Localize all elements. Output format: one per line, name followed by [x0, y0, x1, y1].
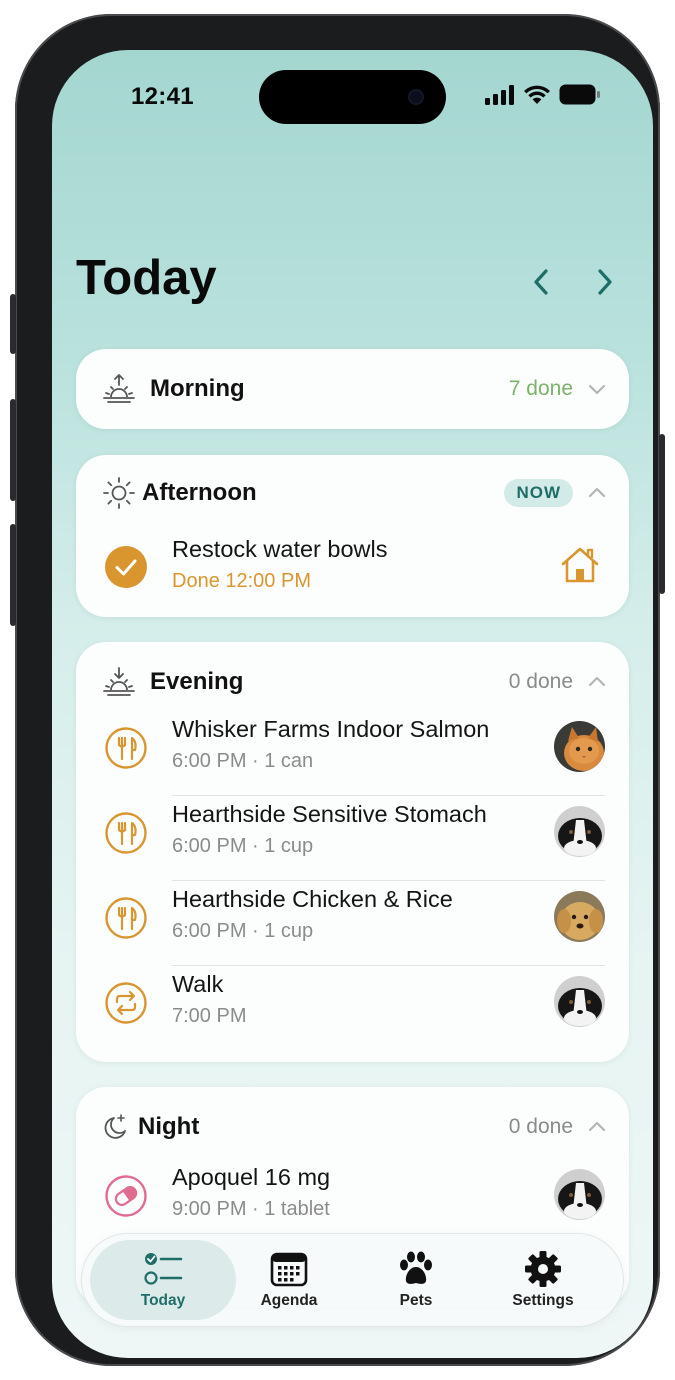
now-badge: NOW [504, 479, 573, 507]
volume-up-button [10, 399, 16, 501]
tab-label: Today [140, 1292, 186, 1309]
tab-today[interactable]: Today [90, 1240, 236, 1320]
sunset-icon [103, 667, 135, 696]
previous-day-button[interactable] [524, 264, 560, 300]
sunrise-icon [103, 374, 135, 403]
power-button [659, 434, 665, 594]
afternoon-header[interactable]: Afternoon NOW [76, 455, 629, 531]
tab-settings[interactable]: Settings [470, 1240, 616, 1320]
task-subtitle: 9:00 PM · 1 tablet [172, 1198, 330, 1220]
home-icon [561, 547, 599, 583]
utensils-icon[interactable] [104, 896, 148, 940]
tab-label: Pets [399, 1292, 433, 1309]
morning-section[interactable]: Morning 7 done [76, 349, 629, 429]
night-title: Night [138, 1113, 200, 1140]
next-day-button[interactable] [586, 264, 622, 300]
utensils-icon[interactable] [104, 726, 148, 770]
evening-status: 0 done [508, 670, 573, 693]
task-subtitle: 6:00 PM · 1 cup [172, 920, 314, 942]
task-title: Hearthside Chicken & Rice [172, 886, 453, 912]
task-row[interactable]: Hearthside Chicken & Rice 6:00 PM · 1 cu… [76, 875, 629, 960]
golden-dog-avatar-image [554, 891, 605, 942]
morning-title: Morning [150, 375, 245, 402]
task-subtitle: 6:00 PM · 1 can [172, 750, 314, 772]
tab-bar: Today Agenda Pets Settings [82, 1234, 623, 1326]
tab-pets[interactable]: Pets [343, 1240, 489, 1320]
task-row[interactable]: Hearthside Sensitive Stomach 6:00 PM · 1… [76, 790, 629, 875]
pet-avatar [554, 1169, 605, 1220]
checkmark-circle-icon[interactable] [104, 545, 148, 589]
black-white-dog-avatar-image [554, 1169, 605, 1220]
task-subtitle: Done 12:00 PM [172, 570, 311, 592]
morning-status: 7 done [508, 377, 573, 400]
afternoon-title: Afternoon [142, 479, 257, 506]
action-button [10, 294, 16, 354]
task-title: Whisker Farms Indoor Salmon [172, 716, 490, 742]
chevron-up-icon [588, 1121, 606, 1132]
task-title: Walk [172, 971, 224, 997]
morning-header[interactable]: Morning 7 done [76, 349, 629, 429]
orange-cat-avatar-image [554, 721, 605, 772]
task-row[interactable]: Restock water bowls Done 12:00 PM [76, 525, 629, 610]
black-white-dog-avatar-image [554, 976, 605, 1027]
battery-icon [559, 84, 600, 105]
afternoon-section: Afternoon NOW Restock water bowls Done 1… [76, 455, 629, 617]
chevron-right-icon [598, 269, 612, 295]
task-row[interactable]: Apoquel 16 mg 9:00 PM · 1 tablet [76, 1153, 629, 1238]
tab-agenda[interactable]: Agenda [216, 1240, 362, 1320]
status-time: 12:41 [131, 83, 194, 110]
calendar-icon [270, 1252, 308, 1287]
tab-label: Agenda [260, 1292, 318, 1309]
evening-section: Evening 0 done Whisker Farms Indoor Salm… [76, 642, 629, 1062]
dynamic-island [259, 70, 446, 124]
pet-avatar [554, 891, 605, 942]
volume-down-button [10, 524, 16, 626]
task-title: Apoquel 16 mg [172, 1164, 331, 1190]
task-subtitle: 6:00 PM · 1 cup [172, 835, 314, 857]
evening-title: Evening [150, 668, 244, 695]
black-white-dog-avatar-image [554, 806, 605, 857]
status-icons [485, 84, 601, 105]
tab-label: Settings [512, 1292, 574, 1309]
moon-stars-icon [104, 1114, 126, 1139]
pill-icon[interactable] [104, 1174, 148, 1218]
app-screen: 12:41 Today Morning 7 done Afternoon NOW… [52, 50, 653, 1358]
night-status: 0 done [508, 1115, 573, 1138]
chevron-up-icon [588, 676, 606, 687]
utensils-icon[interactable] [104, 811, 148, 855]
pet-avatar [554, 806, 605, 857]
page-title: Today [76, 251, 217, 305]
chevron-up-icon [588, 487, 606, 498]
task-title: Hearthside Sensitive Stomach [172, 801, 487, 827]
camera-lens [408, 89, 424, 105]
pet-avatar [554, 721, 605, 772]
phone-frame: 12:41 Today Morning 7 done Afternoon NOW… [10, 14, 665, 1366]
chevron-down-icon [588, 384, 606, 395]
repeat-icon[interactable] [104, 981, 148, 1025]
pet-avatar [554, 976, 605, 1027]
task-subtitle: 7:00 PM [172, 1005, 247, 1027]
chevron-left-icon [534, 269, 548, 295]
gear-icon [525, 1251, 561, 1287]
task-row[interactable]: Walk 7:00 PM [76, 960, 629, 1045]
checklist-icon [144, 1253, 183, 1285]
paw-icon [400, 1251, 432, 1284]
sun-icon [103, 477, 135, 509]
wifi-icon [524, 85, 550, 104]
task-title: Restock water bowls [172, 536, 388, 562]
cellular-signal-icon [485, 84, 514, 105]
task-row[interactable]: Whisker Farms Indoor Salmon 6:00 PM · 1 … [76, 705, 629, 790]
